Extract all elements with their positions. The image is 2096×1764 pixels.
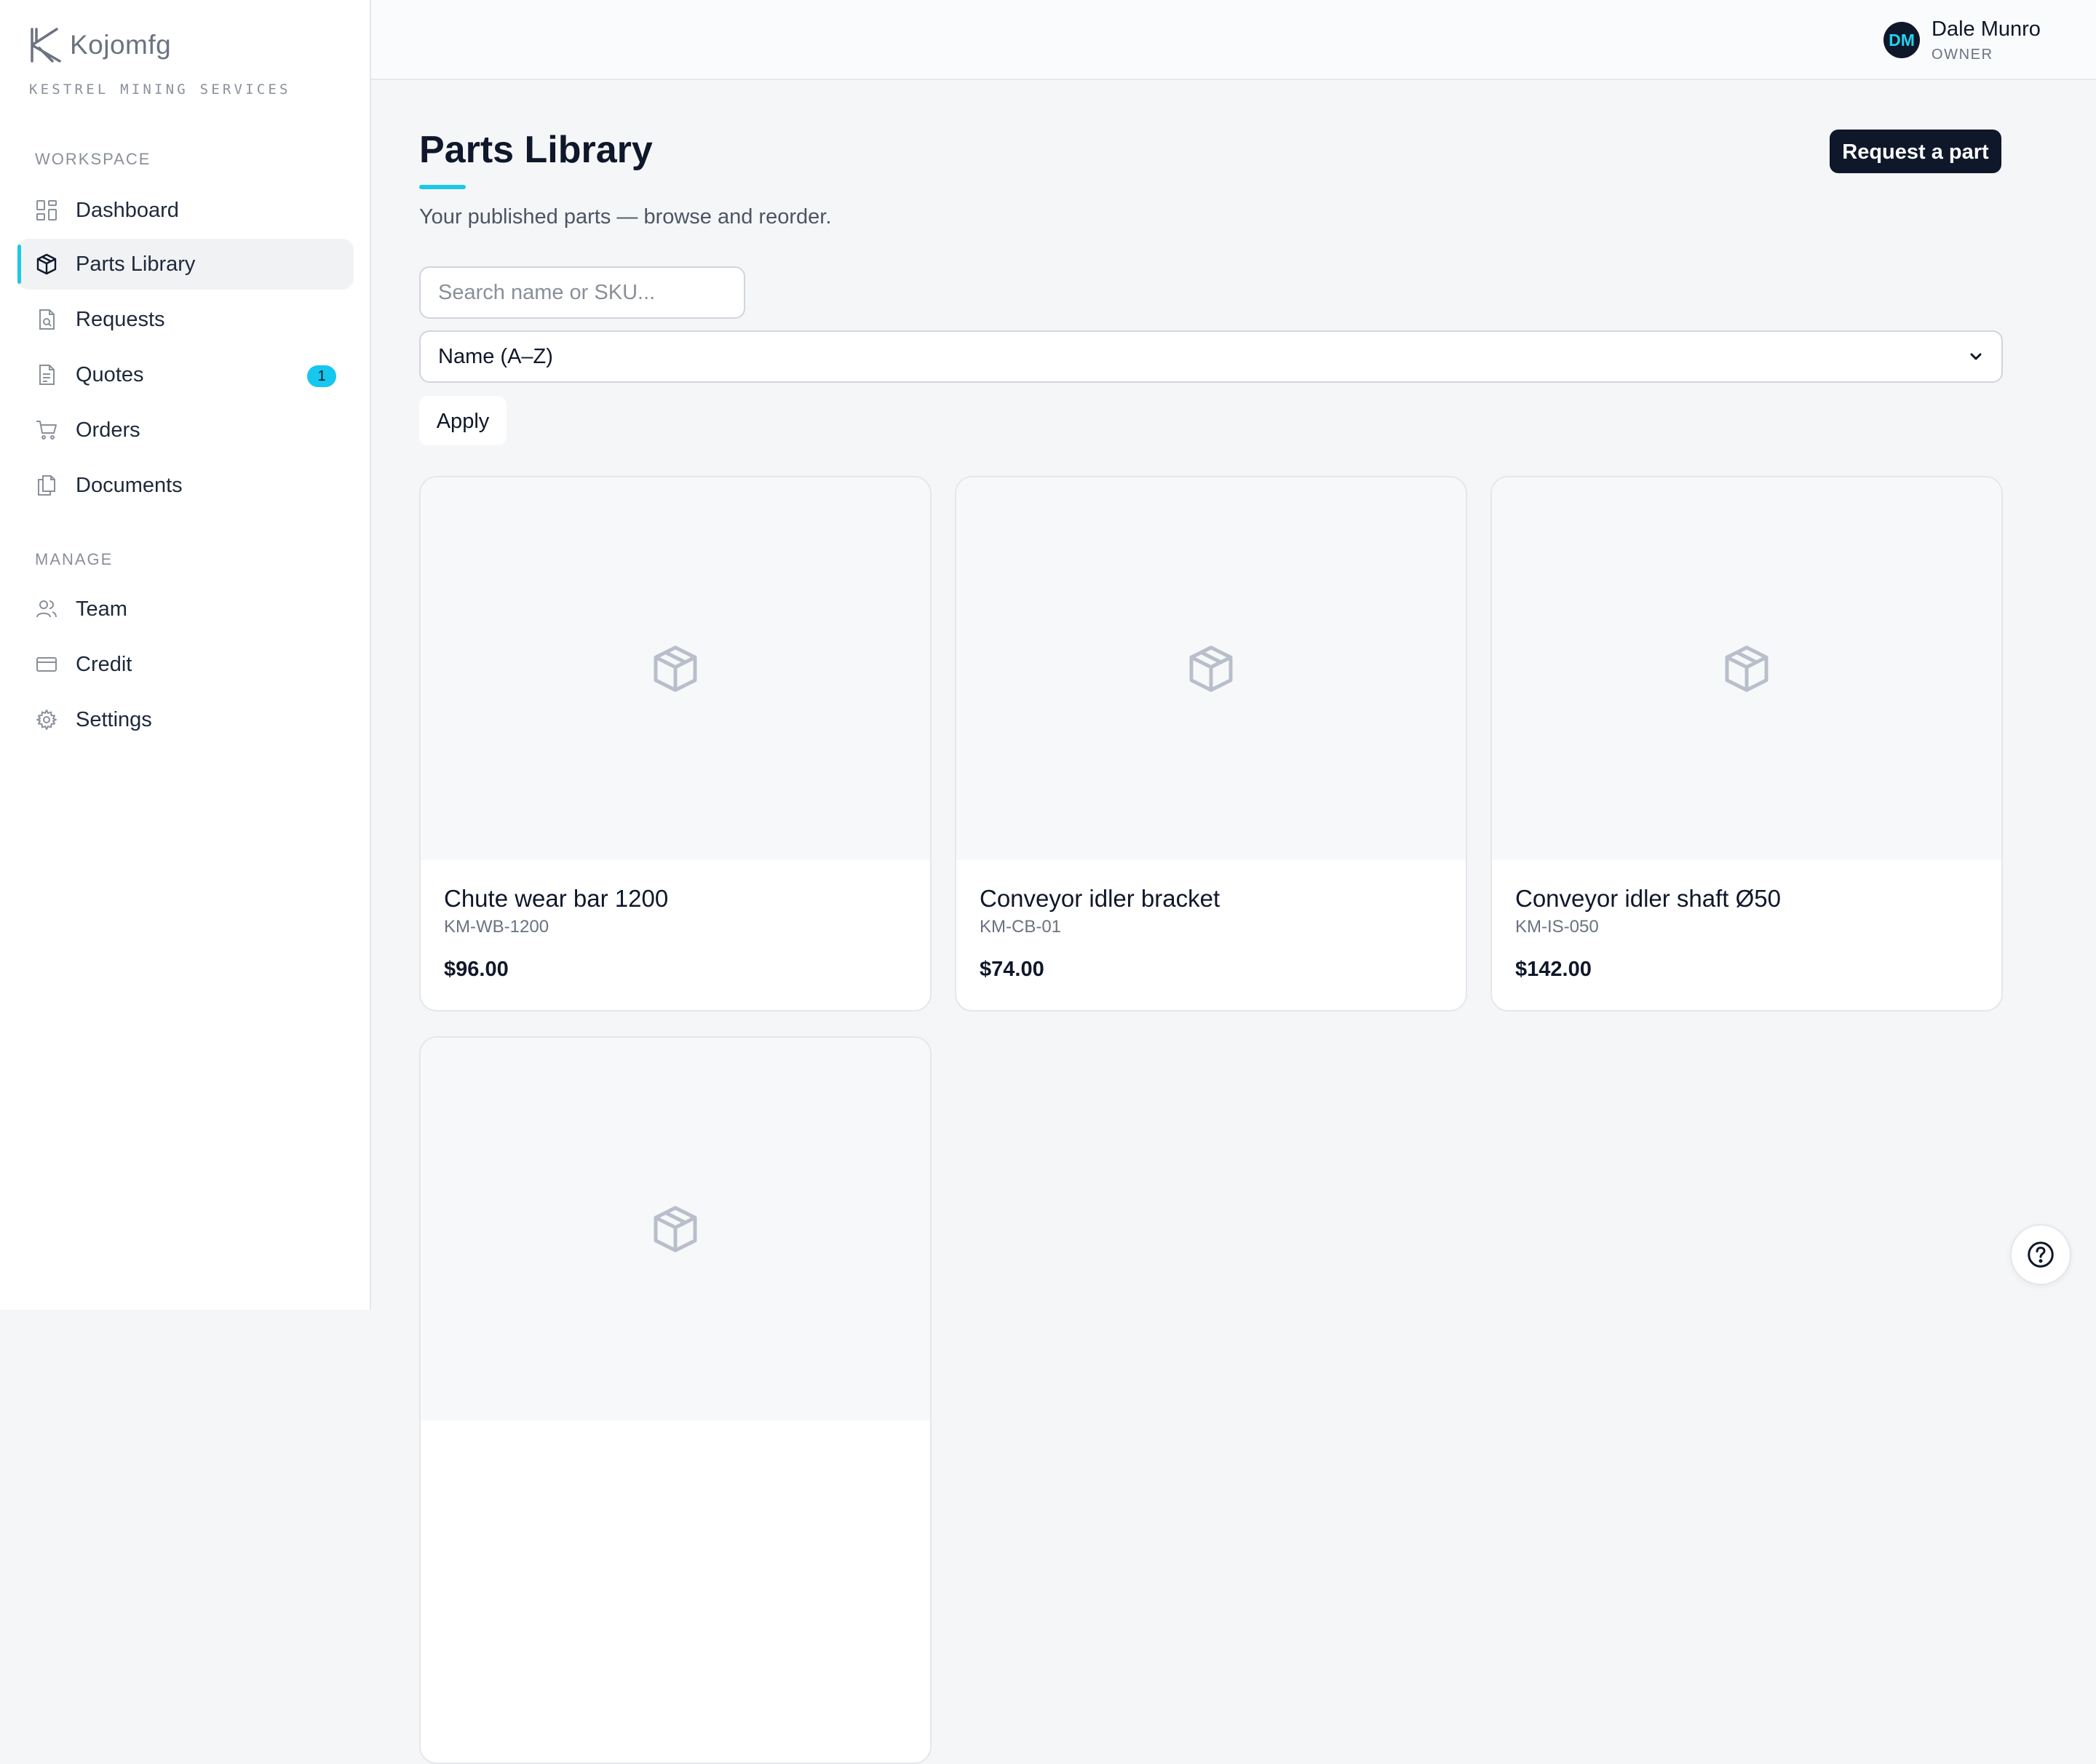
part-name: Conveyor idler shaft Ø50: [1515, 885, 1782, 912]
part-price: $96.00: [444, 958, 509, 981]
box-icon: [36, 253, 57, 275]
workspace-section-label: WORKSPACE: [35, 150, 151, 168]
sidebar-item-requests[interactable]: Requests: [17, 294, 354, 345]
part-card[interactable]: Conveyor idler bracket KM-CB-01 $74.00: [955, 476, 1467, 1012]
sidebar-item-label: Credit: [76, 652, 132, 676]
brand-name: Kojomfg: [70, 30, 172, 60]
manage-section-label: MANAGE: [35, 550, 114, 568]
box-icon: [1725, 645, 1768, 692]
kojomfg-logo-icon: [31, 28, 61, 63]
sort-select[interactable]: Name (A–Z): [419, 330, 2003, 383]
part-card[interactable]: [419, 1036, 932, 1764]
cart-icon: [36, 421, 57, 440]
quotes-count-badge: 1: [307, 365, 336, 387]
file-search-icon: [39, 309, 55, 330]
part-image-placeholder: [421, 477, 930, 860]
files-icon: [38, 475, 55, 496]
title-underline: [419, 185, 466, 189]
sidebar-item-quotes[interactable]: Quotes 1: [17, 349, 354, 400]
part-image-placeholder: [956, 477, 1466, 860]
sidebar-item-parts-library[interactable]: Parts Library: [17, 239, 354, 290]
sidebar-item-credit[interactable]: Credit: [17, 639, 354, 690]
box-icon: [1189, 645, 1233, 692]
sidebar-item-dashboard[interactable]: Dashboard: [17, 185, 354, 236]
part-sku: KM-IS-050: [1515, 917, 1599, 937]
part-price: $74.00: [980, 958, 1044, 981]
part-card[interactable]: Chute wear bar 1200 KM-WB-1200 $96.00: [419, 476, 932, 1012]
users-icon: [36, 600, 57, 618]
part-name: Conveyor idler bracket: [980, 885, 1220, 912]
part-sku: KM-CB-01: [980, 917, 1062, 937]
help-icon: [2028, 1241, 2054, 1268]
avatar[interactable]: DM: [1883, 22, 1920, 58]
sidebar-item-label: Parts Library: [76, 252, 196, 276]
box-icon: [654, 1206, 697, 1252]
sidebar-item-documents[interactable]: Documents: [17, 460, 354, 511]
request-part-button[interactable]: Request a part: [1830, 130, 2001, 173]
sidebar: Kojomfg KESTREL MINING SERVICES WORKSPAC…: [0, 0, 371, 1310]
document-icon: [39, 365, 55, 385]
part-price: $142.00: [1515, 958, 1592, 981]
page-subtitle: Your published parts — browse and reorde…: [419, 205, 832, 229]
box-icon: [654, 645, 697, 692]
sort-select-value: Name (A–Z): [438, 344, 553, 368]
part-sku: KM-WB-1200: [444, 917, 549, 937]
search-input[interactable]: [419, 266, 745, 319]
sidebar-item-settings[interactable]: Settings: [17, 694, 354, 745]
sidebar-item-label: Requests: [76, 307, 165, 331]
part-card[interactable]: Conveyor idler shaft Ø50 KM-IS-050 $142.…: [1490, 476, 2003, 1012]
sidebar-item-team[interactable]: Team: [17, 584, 354, 635]
sidebar-item-label: Settings: [76, 707, 152, 731]
top-bar: [371, 0, 2096, 80]
company-name: KESTREL MINING SERVICES: [29, 82, 291, 98]
sidebar-item-label: Documents: [76, 473, 183, 497]
sidebar-item-orders[interactable]: Orders: [17, 405, 354, 456]
credit-card-icon: [36, 657, 57, 672]
help-button[interactable]: [2010, 1224, 2071, 1285]
chevron-down-icon: [1970, 353, 1982, 360]
apply-button[interactable]: Apply: [419, 396, 507, 445]
part-image-placeholder: [1492, 477, 2001, 860]
user-name[interactable]: Dale Munro: [1932, 17, 2041, 41]
sidebar-item-label: Quotes: [76, 362, 144, 386]
part-name: Chute wear bar 1200: [444, 885, 669, 912]
part-image-placeholder: [421, 1038, 930, 1421]
sidebar-item-label: Team: [76, 597, 127, 621]
sidebar-item-label: Orders: [76, 418, 140, 442]
page-title: Parts Library: [419, 129, 653, 171]
user-role: OWNER: [1932, 47, 1993, 63]
gear-icon: [36, 710, 57, 730]
brand-logo[interactable]: Kojomfg: [28, 26, 171, 64]
dashboard-icon: [36, 200, 57, 220]
sidebar-item-label: Dashboard: [76, 198, 179, 222]
